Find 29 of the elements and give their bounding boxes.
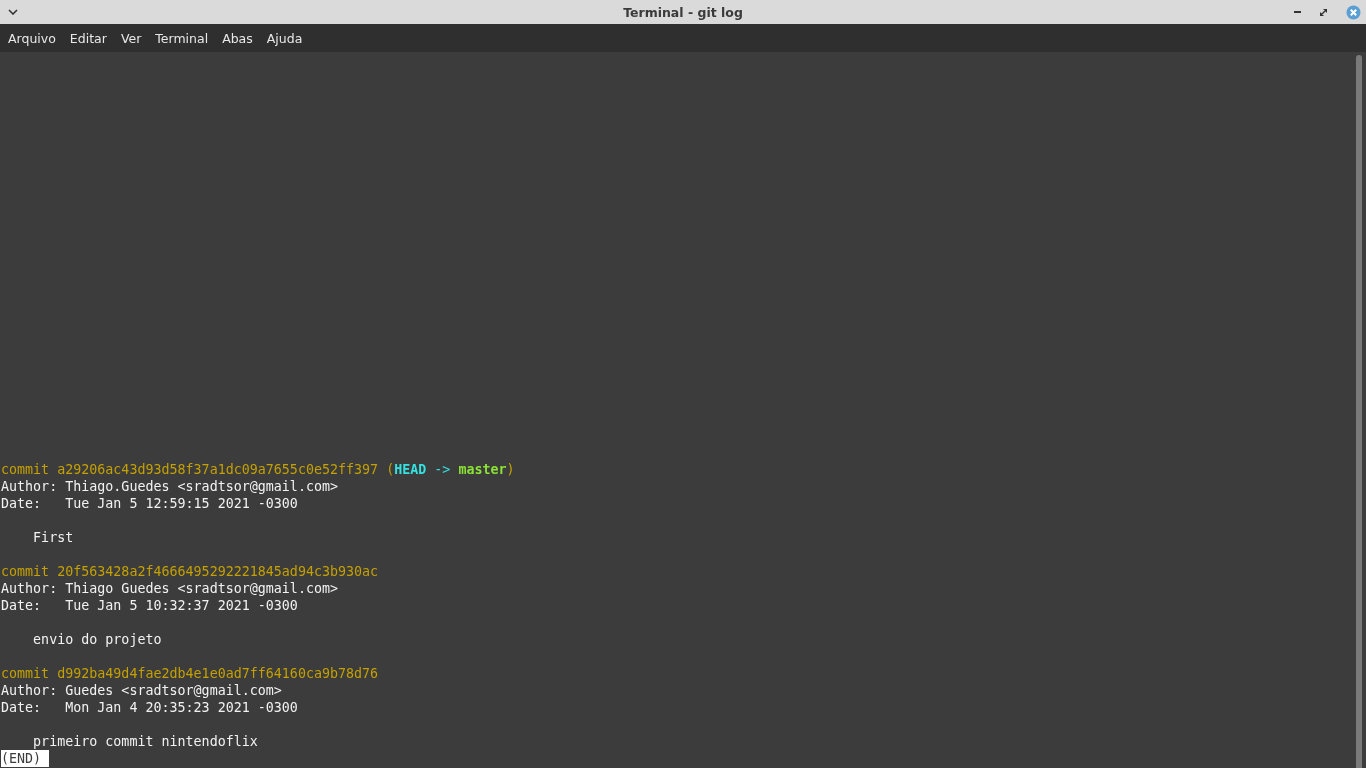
author-line: Author: Thiago.Guedes <sradtsor@gmail.com>	[1, 478, 339, 495]
menu-item[interactable]: Abas	[222, 30, 253, 46]
date-line: Date: Tue Jan 5 10:32:37 2021 -0300	[1, 597, 298, 614]
date-line: Date: Mon Jan 4 20:35:23 2021 -0300	[1, 699, 298, 716]
restore-icon[interactable]	[1320, 8, 1327, 16]
menu-item[interactable]: Arquivo	[8, 30, 56, 46]
menu-item[interactable]: Editar	[69, 30, 107, 46]
branch-ref-text: master	[458, 461, 507, 478]
commit-message: primeiro commit nintendoflix	[33, 733, 258, 750]
pager-end-prompt: (END)	[1, 750, 50, 767]
close-icon[interactable]	[1346, 4, 1361, 20]
author-line: Author: Thiago Guedes <sradtsor@gmail.com>	[1, 580, 339, 597]
menu-item[interactable]: Ajuda	[266, 30, 303, 46]
commit-message: envio do projeto	[33, 631, 162, 648]
menu-item[interactable]: Ver	[120, 30, 142, 46]
date-line: Date: Tue Jan 5 12:59:15 2021 -0300	[1, 495, 298, 512]
chevron-down-icon[interactable]	[8, 9, 18, 15]
scrollbar-thumb[interactable]	[1356, 55, 1362, 768]
head-ref-text: HEAD	[394, 461, 427, 478]
commit-message: First	[33, 529, 74, 546]
paren-text: (	[386, 461, 395, 478]
commit-hash-line: commit 20f563428a2f4666495292221845ad94c3b930ac	[1, 563, 379, 580]
paren-text: )	[506, 461, 515, 478]
ref-arrow-text: ->	[434, 461, 451, 478]
author-line: Author: Guedes <sradtsor@gmail.com>	[1, 682, 282, 699]
window-title: Terminal - git log	[623, 4, 743, 20]
menu-item[interactable]: Terminal	[155, 30, 209, 46]
commit-hash-line: commit a29206ac43d93d58f37a1dc09a7655c0e52ff397	[1, 461, 379, 478]
commit-hash-line: commit d992ba49d4fae2db4e1e0ad7ff64160ca9b78d76	[1, 665, 379, 682]
